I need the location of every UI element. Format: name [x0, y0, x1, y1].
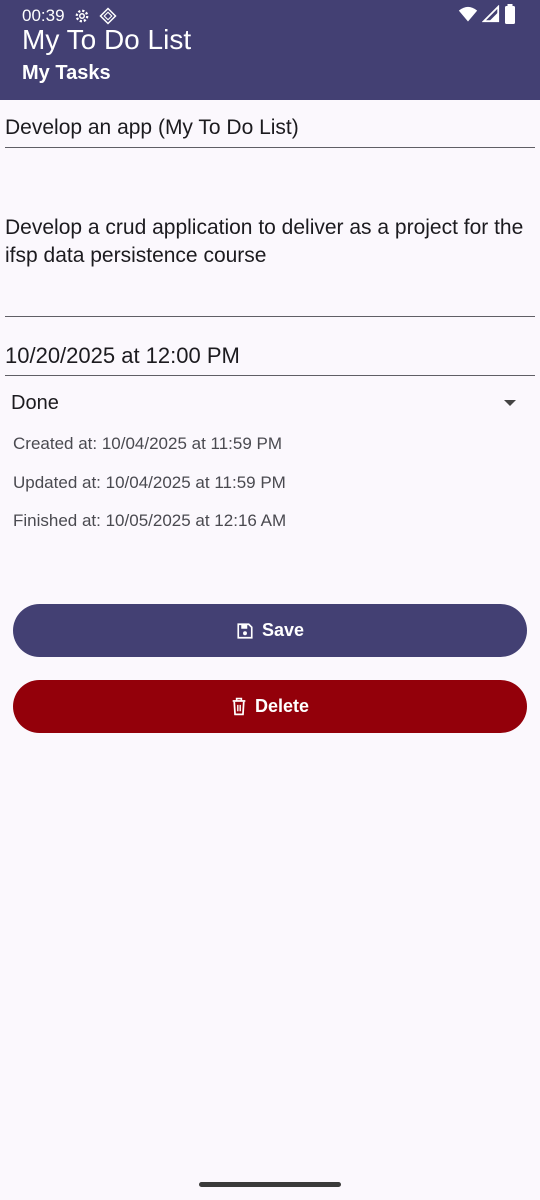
status-time: 00:39 [22, 6, 65, 25]
task-description-field[interactable]: Develop a crud application to deliver as… [5, 214, 535, 317]
app-bar: 00:39 My To Do List My Tasks [0, 0, 540, 100]
diamond-icon [98, 7, 117, 25]
status-dropdown[interactable]: Done [11, 388, 521, 418]
trash-icon [231, 697, 247, 716]
save-button-label: Save [261, 620, 305, 640]
signal-icon [481, 4, 500, 28]
created-at-text: Created at: 10/04/2025 at 11:59 PM [13, 434, 283, 453]
task-description-value: Develop a crud application to deliver as… [5, 216, 524, 267]
task-due-date-value: 10/20/2025 at 12:00 PM [5, 343, 240, 368]
updated-at-text: Updated at: 10/04/2025 at 11:59 PM [13, 473, 286, 492]
finished-at-text: Finished at: 10/05/2025 at 12:16 AM [13, 511, 287, 530]
status-dropdown-value: Done [11, 391, 59, 414]
task-due-date-field[interactable]: 10/20/2025 at 12:00 PM [5, 342, 535, 376]
save-button[interactable]: Save [13, 604, 527, 657]
save-icon [236, 622, 254, 640]
home-indicator[interactable] [199, 1182, 341, 1187]
battery-icon [504, 3, 516, 29]
settings-icon [73, 7, 91, 25]
dropdown-arrow-icon [504, 400, 516, 406]
page-subtitle: My Tasks [22, 62, 111, 84]
app-title: My To Do List [22, 24, 192, 55]
delete-button[interactable]: Delete [13, 680, 527, 733]
task-title-field[interactable]: Develop an app (My To Do List) [5, 114, 535, 148]
wifi-icon [458, 5, 478, 28]
delete-button-label: Delete [254, 696, 310, 716]
task-title-value: Develop an app (My To Do List) [5, 116, 299, 139]
